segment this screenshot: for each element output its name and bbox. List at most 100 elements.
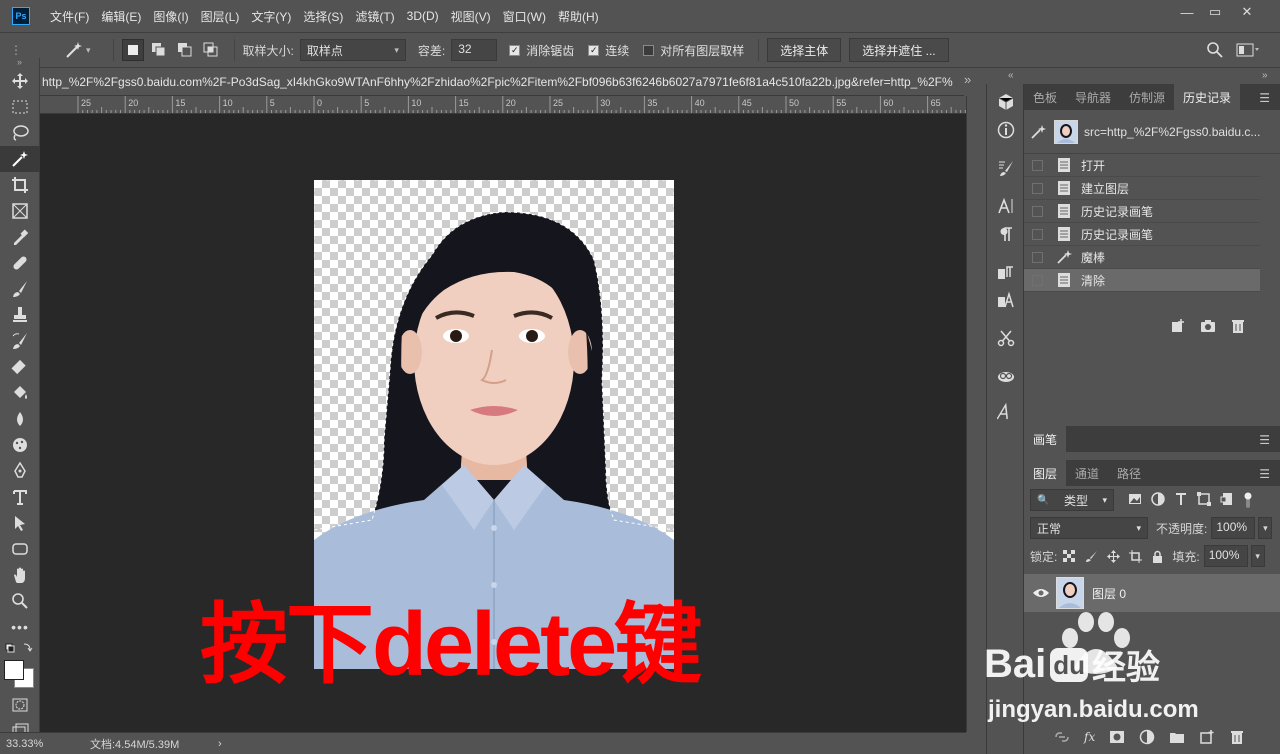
- tools-scissors-icon[interactable]: [987, 324, 1025, 352]
- vertical-scrollbar[interactable]: [966, 96, 984, 732]
- lock-pixels-icon[interactable]: [1085, 550, 1098, 563]
- move-tool[interactable]: [0, 68, 40, 94]
- zoom-tool[interactable]: [0, 588, 40, 614]
- workspace-icon[interactable]: [1236, 42, 1260, 61]
- status-menu-arrow[interactable]: ›: [218, 738, 222, 750]
- antialias-checkbox[interactable]: ✓ 消除锯齿: [509, 42, 574, 59]
- opacity-dropdown-icon[interactable]: ▾: [1258, 517, 1273, 539]
- menu-3d[interactable]: 3D(D): [407, 9, 439, 23]
- clone-stamp-tool[interactable]: [0, 302, 40, 328]
- history-item[interactable]: 历史记录画笔: [1024, 200, 1260, 223]
- contiguous-checkbox[interactable]: ✓ 连续: [588, 42, 629, 59]
- expand-dock-icon[interactable]: »: [1262, 70, 1268, 81]
- camera-icon[interactable]: [1200, 318, 1216, 334]
- tab-navigator[interactable]: 导航器: [1066, 84, 1120, 110]
- quick-mask-button[interactable]: [0, 692, 40, 718]
- tolerance-input[interactable]: 32: [451, 39, 498, 61]
- history-item[interactable]: 历史记录画笔: [1024, 223, 1260, 246]
- history-source-checkbox[interactable]: [1032, 274, 1043, 286]
- foreground-color-swatch[interactable]: [4, 660, 24, 680]
- opacity-input[interactable]: 100%: [1211, 517, 1256, 539]
- path-selection-tool[interactable]: [0, 510, 40, 536]
- pen-tool[interactable]: [0, 458, 40, 484]
- glyphs-icon[interactable]: [987, 398, 1025, 426]
- history-brush-source-icon[interactable]: [1030, 124, 1048, 140]
- canvas-area[interactable]: 按下delete键: [40, 114, 966, 732]
- character-styles-icon[interactable]: [987, 286, 1025, 314]
- trash-icon[interactable]: [1229, 729, 1245, 745]
- layer-name[interactable]: 图层 0: [1092, 585, 1126, 602]
- search-icon[interactable]: [1206, 41, 1224, 62]
- 3d-icon[interactable]: [987, 88, 1025, 116]
- menu-edit[interactable]: 编辑(E): [101, 8, 141, 25]
- tab-layers[interactable]: 图层: [1024, 460, 1067, 486]
- close-button[interactable]: ✕: [1232, 0, 1262, 24]
- pixel-filter-icon[interactable]: [1128, 492, 1142, 506]
- sample-size-select[interactable]: 取样点 ▾: [299, 39, 406, 61]
- collapse-panels-icon[interactable]: »: [964, 72, 971, 87]
- folder-icon[interactable]: [1169, 729, 1185, 745]
- lock-position-icon[interactable]: [1107, 549, 1121, 563]
- menu-image[interactable]: 图像(I): [153, 8, 188, 25]
- eye-icon[interactable]: [1032, 587, 1050, 599]
- tab-paths[interactable]: 路径: [1108, 460, 1150, 486]
- tab-brush[interactable]: 画笔: [1024, 426, 1067, 452]
- history-snapshot[interactable]: src=http_%2F%2Fgss0.baidu.c...: [1024, 110, 1280, 154]
- add-selection-button[interactable]: [148, 39, 170, 61]
- history-item[interactable]: 建立图层: [1024, 177, 1260, 200]
- menu-file[interactable]: 文件(F): [50, 8, 89, 25]
- magic-wand-tool[interactable]: [0, 146, 40, 172]
- history-source-checkbox[interactable]: [1032, 205, 1043, 217]
- layer-row[interactable]: 图层 0: [1024, 574, 1280, 612]
- history-source-checkbox[interactable]: [1032, 182, 1043, 194]
- history-item[interactable]: 清除: [1024, 269, 1260, 292]
- fill-dropdown-icon[interactable]: ▾: [1250, 545, 1265, 567]
- eyedropper-tool[interactable]: [0, 224, 40, 250]
- menu-window[interactable]: 窗口(W): [503, 8, 546, 25]
- new-selection-button[interactable]: [121, 39, 144, 61]
- blur-tool[interactable]: [0, 406, 40, 432]
- history-source-checkbox[interactable]: [1032, 159, 1043, 171]
- panel-menu-icon[interactable]: ☰: [1259, 467, 1270, 481]
- eraser-tool[interactable]: [0, 354, 40, 380]
- history-source-checkbox[interactable]: [1032, 251, 1043, 263]
- crop-tool[interactable]: [0, 172, 40, 198]
- fill-input[interactable]: 100%: [1203, 545, 1248, 567]
- swap-colors-icon[interactable]: [0, 640, 40, 658]
- select-subject-button[interactable]: 选择主体: [767, 38, 842, 62]
- paragraph-icon[interactable]: [987, 220, 1025, 248]
- brush-settings-icon[interactable]: [987, 154, 1025, 182]
- tab-clone-source[interactable]: 仿制源: [1120, 84, 1174, 110]
- intersect-selection-button[interactable]: [200, 39, 222, 61]
- marquee-tool[interactable]: [0, 94, 40, 120]
- new-layer-icon[interactable]: [1199, 729, 1215, 745]
- shape-filter-icon[interactable]: [1197, 492, 1211, 506]
- info-icon[interactable]: [987, 116, 1025, 144]
- add-mask-icon[interactable]: [1109, 729, 1125, 745]
- blend-mode-select[interactable]: 正常 ▾: [1030, 517, 1148, 539]
- document-tab[interactable]: http_%2F%2Fgss0.baidu.com%2F-Po3dSag_xI4…: [40, 68, 964, 96]
- lasso-tool[interactable]: [0, 120, 40, 146]
- type-tool[interactable]: [0, 484, 40, 510]
- zoom-level[interactable]: 33.33%: [0, 738, 82, 750]
- history-brush-tool[interactable]: [0, 328, 40, 354]
- adjustment-layer-icon[interactable]: [1139, 729, 1155, 745]
- collapse-dock-icon[interactable]: «: [1008, 70, 1014, 81]
- panel-menu-icon[interactable]: ☰: [1259, 433, 1270, 447]
- trash-icon[interactable]: [1230, 318, 1246, 334]
- adjustment-filter-icon[interactable]: [1151, 492, 1165, 506]
- lock-artboard-icon[interactable]: [1129, 549, 1143, 563]
- lock-transparent-icon[interactable]: [1063, 549, 1076, 563]
- tool-preset-picker[interactable]: ▾: [64, 41, 91, 59]
- tab-channels[interactable]: 通道: [1066, 460, 1108, 486]
- history-source-checkbox[interactable]: [1032, 228, 1043, 240]
- lock-all-icon[interactable]: [1151, 550, 1164, 563]
- history-item[interactable]: 打开: [1024, 154, 1260, 177]
- healing-brush-tool[interactable]: [0, 250, 40, 276]
- menu-type[interactable]: 文字(Y): [251, 8, 291, 25]
- history-item[interactable]: 魔棒: [1024, 246, 1260, 269]
- minimize-button[interactable]: —: [1172, 0, 1202, 24]
- restore-button[interactable]: ▭: [1200, 0, 1230, 24]
- menu-help[interactable]: 帮助(H): [558, 8, 599, 25]
- brush-tool[interactable]: [0, 276, 40, 302]
